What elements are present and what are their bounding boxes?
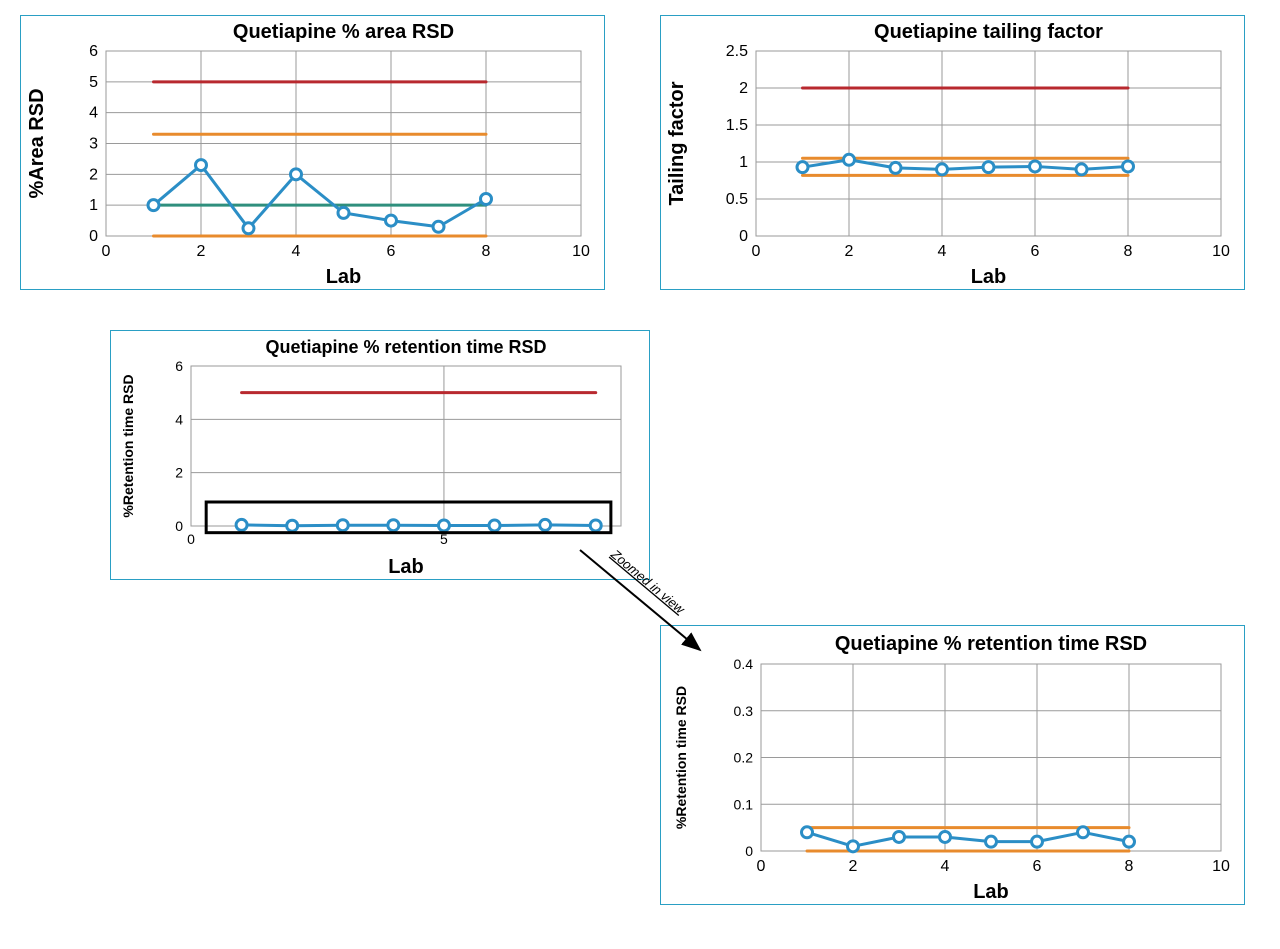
svg-text:Lab: Lab [326,266,362,288]
svg-text:Tailing factor: Tailing factor [666,81,688,205]
svg-text:Quetiapine tailing factor: Quetiapine tailing factor [874,21,1103,43]
svg-text:4: 4 [175,411,183,427]
svg-text:8: 8 [482,243,491,260]
svg-text:%Area RSD: %Area RSD [26,88,48,198]
svg-text:6: 6 [175,358,183,374]
svg-text:0.2: 0.2 [734,750,754,766]
svg-text:2: 2 [739,80,748,97]
svg-text:0: 0 [187,531,195,547]
svg-text:Lab: Lab [388,556,424,578]
figure-stage: 02468100123456Lab%Area RSDQuetiapine % a… [0,0,1280,949]
svg-text:Quetiapine % retention time RS: Quetiapine % retention time RSD [835,633,1147,655]
svg-text:10: 10 [1212,858,1230,875]
svg-text:0: 0 [175,518,183,534]
svg-text:2: 2 [89,166,98,183]
svg-text:1: 1 [89,197,98,214]
svg-text:%Retention time RSD: %Retention time RSD [673,686,689,829]
svg-text:2: 2 [845,243,854,260]
svg-text:0: 0 [757,858,766,875]
svg-text:Lab: Lab [971,266,1007,288]
svg-text:0: 0 [739,228,748,245]
svg-text:8: 8 [1124,243,1133,260]
svg-text:2: 2 [849,858,858,875]
svg-text:8: 8 [1125,858,1134,875]
svg-text:4: 4 [89,105,98,122]
svg-text:6: 6 [387,243,396,260]
chart-tailing: 0 2 4 6 8 10 0 0.5 1 1.5 2 2.5 Lab Tailing factor Quet… [661,16,1246,291]
svg-text:10: 10 [572,243,590,260]
svg-text:4: 4 [938,243,947,260]
svg-text:0.5: 0.5 [726,191,748,208]
svg-text:1: 1 [739,154,748,171]
svg-text:5: 5 [89,74,98,91]
svg-text:2: 2 [197,243,206,260]
chart-area-rsd: 0 2 4 6 8 10 0 1 2 3 4 5 6 Lab %Area RSD Quetiapine % a… [21,16,606,291]
svg-text:4: 4 [941,858,950,875]
svg-text:3: 3 [89,136,98,153]
svg-text:10: 10 [1212,243,1230,260]
svg-text:0: 0 [752,243,761,260]
svg-text:6: 6 [1031,243,1040,260]
svg-text:2: 2 [175,465,183,481]
svg-text:Quetiapine % area RSD: Quetiapine % area RSD [233,21,454,43]
svg-text:0: 0 [89,228,98,245]
svg-text:Lab: Lab [973,881,1009,903]
svg-text:5: 5 [440,531,448,547]
zoom-arrow: Zoomed in view [560,530,760,690]
panel-area-rsd: 0 2 4 6 8 10 0 1 2 3 4 5 6 Lab %Area RSD Quetiapine % a… [20,15,605,290]
svg-text:0: 0 [102,243,111,260]
svg-text:6: 6 [89,43,98,60]
svg-text:%Retention time RSD: %Retention time RSD [120,374,136,517]
panel-tailing: 0 2 4 6 8 10 0 0.5 1 1.5 2 2.5 Lab Tailing factor Quet… [660,15,1245,290]
svg-text:0.3: 0.3 [734,703,754,719]
svg-text:0.1: 0.1 [734,796,754,812]
svg-text:4: 4 [292,243,301,260]
svg-text:2.5: 2.5 [726,43,748,60]
svg-text:1.5: 1.5 [726,117,748,134]
svg-text:Quetiapine % retention time RS: Quetiapine % retention time RSD [265,337,546,357]
svg-text:0: 0 [745,843,753,859]
svg-text:6: 6 [1033,858,1042,875]
